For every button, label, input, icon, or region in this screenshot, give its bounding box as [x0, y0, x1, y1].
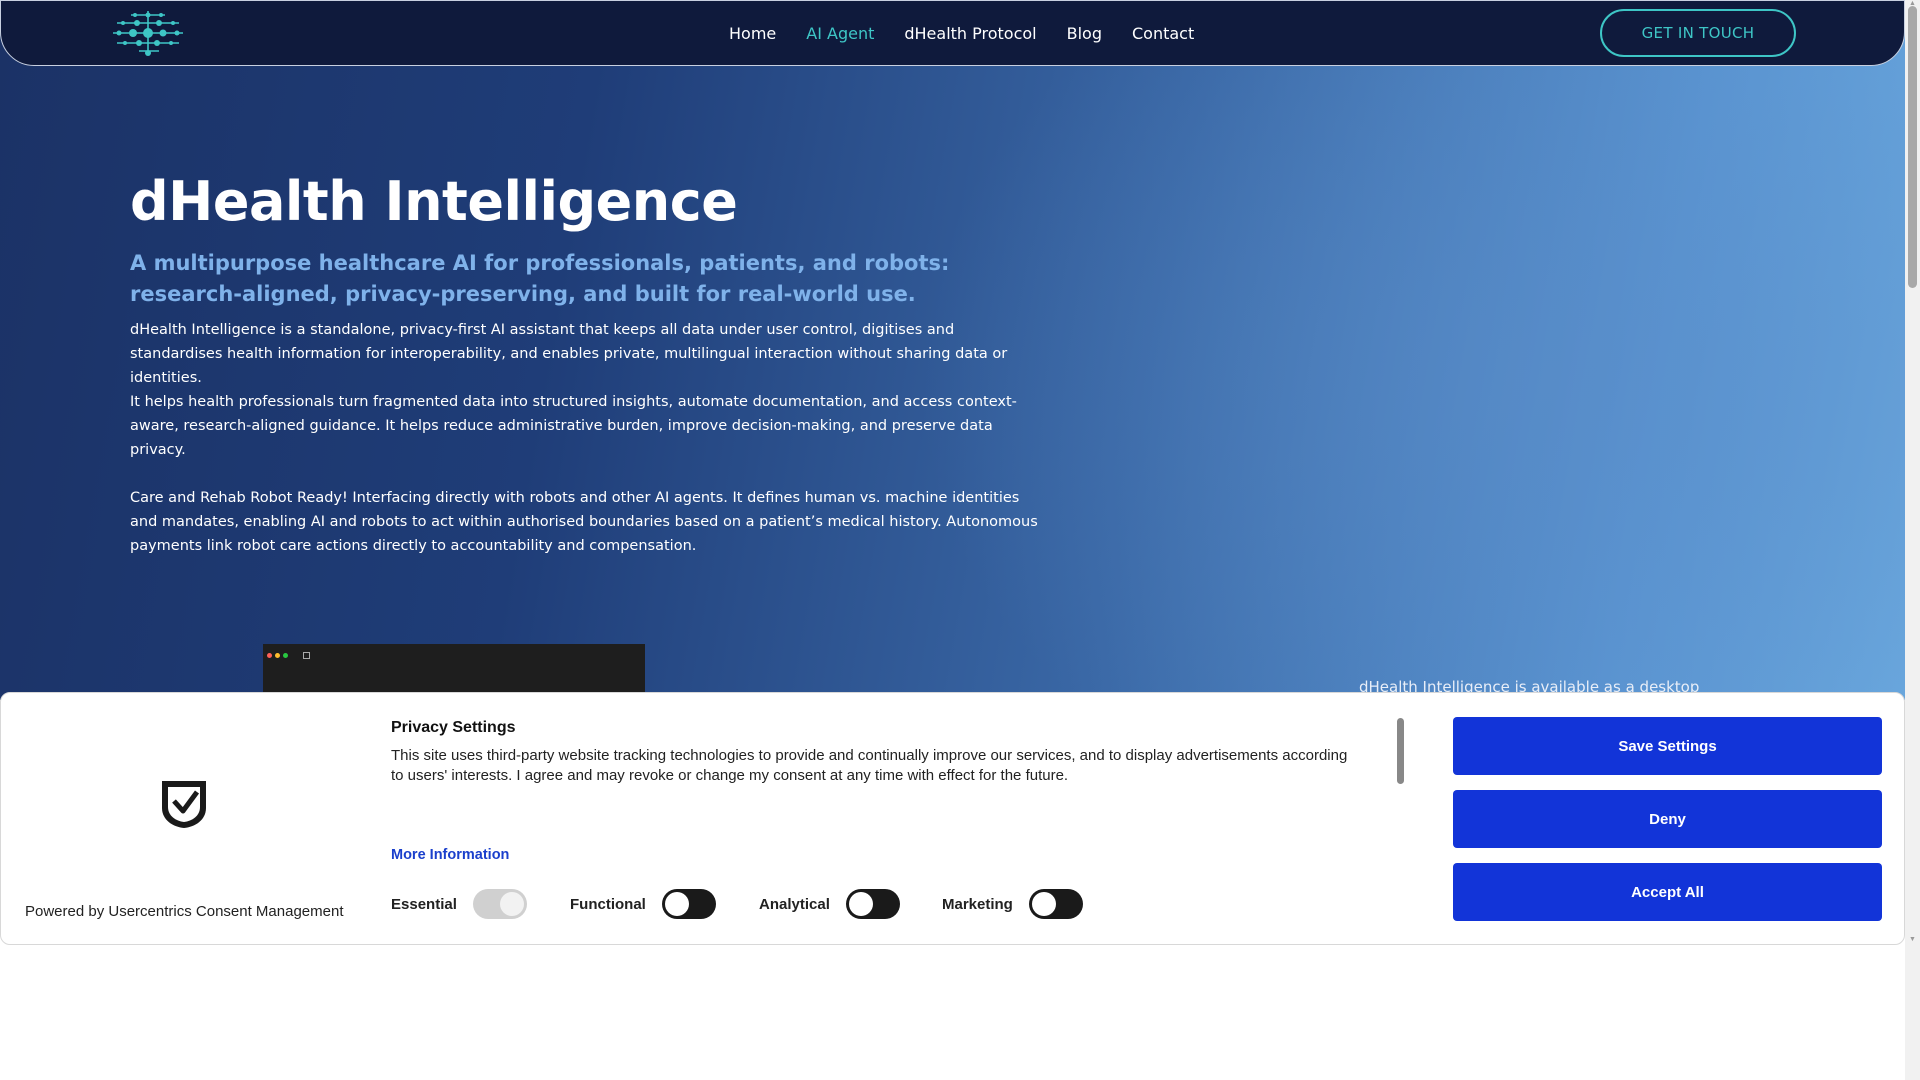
analytical-toggle[interactable] [845, 889, 900, 919]
privacy-description: This site uses third-party website track… [391, 747, 1348, 784]
privacy-consent-banner: Powered by Usercentrics Consent Manageme… [0, 692, 1905, 945]
scroll-down-arrow-icon[interactable]: ▼ [1908, 936, 1917, 944]
essential-toggle [472, 889, 527, 919]
hero-paragraph-1: dHealth Intelligence is a standalone, pr… [130, 322, 1008, 386]
privacy-settings-title: Privacy Settings [391, 719, 516, 736]
analytical-label: Analytical [759, 895, 830, 913]
marketing-toggle-row: Marketing [942, 889, 1083, 919]
deny-button[interactable]: Deny [1453, 790, 1882, 848]
functional-toggle[interactable] [661, 889, 716, 919]
window-minimize-dot-icon [275, 653, 280, 658]
nav-link-blog[interactable]: Blog [1067, 24, 1102, 43]
functional-label: Functional [570, 895, 646, 913]
essential-label: Essential [391, 895, 457, 913]
toggle-knob [1031, 892, 1056, 916]
hero-paragraph-2: It helps health professionals turn fragm… [130, 394, 1017, 458]
hero-title: dHealth Intelligence [130, 170, 738, 233]
toggle-knob [499, 892, 524, 916]
nav-link-ai-agent[interactable]: AI Agent [806, 24, 874, 43]
accept-all-button[interactable]: Accept All [1453, 863, 1882, 921]
consent-text-scrollbar[interactable] [1397, 718, 1404, 784]
analytical-toggle-row: Analytical [759, 889, 900, 919]
essential-toggle-row: Essential [391, 889, 527, 919]
marketing-label: Marketing [942, 895, 1013, 913]
hero-subtitle: A multipurpose healthcare AI for profess… [130, 251, 950, 306]
window-maximize-dot-icon [283, 653, 288, 658]
marketing-toggle[interactable] [1028, 889, 1083, 919]
toggle-knob [848, 892, 873, 916]
page-scrollbar-thumb[interactable] [1908, 6, 1917, 288]
hero-paragraph-3: Care and Rehab Robot Ready! Interfacing … [130, 490, 1038, 554]
nav-link-home[interactable]: Home [729, 24, 776, 43]
nav-link-dhealth-protocol[interactable]: dHealth Protocol [904, 24, 1036, 43]
get-in-touch-button[interactable]: GET IN TOUCH [1600, 9, 1796, 57]
nav-links: Home AI Agent dHealth Protocol Blog Cont… [729, 1, 1224, 65]
toggle-knob [664, 892, 689, 916]
usercentrics-shield-icon [162, 781, 206, 828]
window-close-dot-icon [267, 653, 272, 658]
save-settings-button[interactable]: Save Settings [1453, 717, 1882, 775]
powered-by-text: Powered by Usercentrics Consent Manageme… [25, 903, 344, 920]
more-information-link[interactable]: More Information [391, 847, 509, 863]
functional-toggle-row: Functional [570, 889, 716, 919]
nav-link-contact[interactable]: Contact [1132, 24, 1194, 43]
window-tab-icon [303, 652, 310, 659]
top-navbar: Home AI Agent dHealth Protocol Blog Cont… [0, 0, 1905, 66]
dhealth-logo-icon[interactable] [111, 7, 185, 59]
